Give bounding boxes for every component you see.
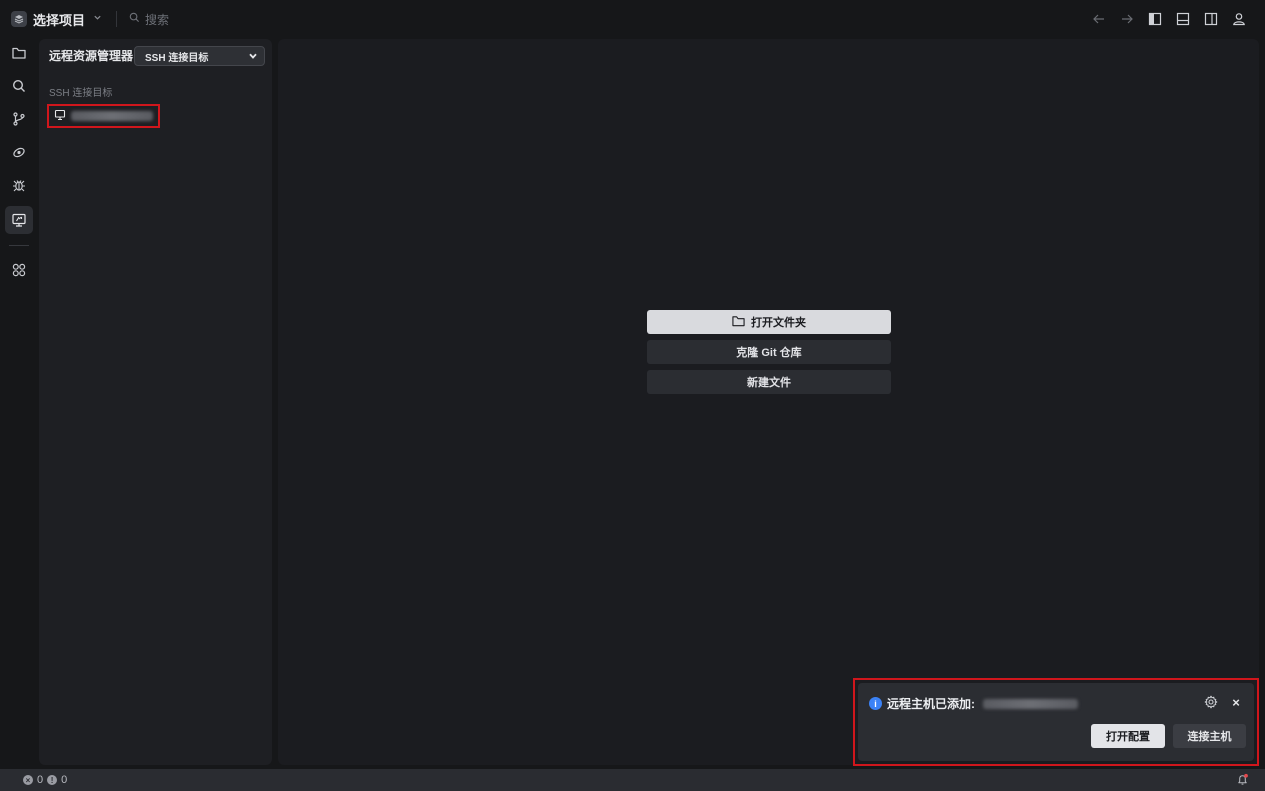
toggle-secondary-sidebar-icon[interactable] [1203,10,1219,28]
toggle-primary-sidebar-icon[interactable] [1147,10,1163,28]
nav-forward-icon[interactable] [1119,10,1135,28]
nav-back-icon[interactable] [1091,10,1107,28]
clone-repo-button[interactable]: 克隆 Git 仓库 [647,340,891,364]
chevron-down-icon [249,53,257,59]
search-icon[interactable] [5,72,33,100]
activity-bar-divider [9,245,29,246]
titlebar-actions [1091,10,1247,28]
notification-text: 远程主机已添加: [887,697,975,711]
debug-icon[interactable] [5,171,33,199]
titlebar-divider [116,11,118,27]
connect-host-button[interactable]: 连接主机 [1173,724,1246,748]
remote-explorer-icon[interactable] [5,206,33,234]
search-icon [129,12,140,26]
chevron-down-icon [93,13,102,25]
notification-bell-icon[interactable] [1236,773,1249,789]
monitor-icon [54,109,66,124]
search-placeholder: 搜索 [145,12,170,27]
new-file-label: 新建文件 [747,377,791,389]
extensions-icon[interactable] [5,256,33,284]
notification-message: i 远程主机已添加: [869,695,1078,712]
redacted-host-name [983,698,1078,709]
error-icon: × [23,775,33,785]
open-folder-button[interactable]: 打开文件夹 [647,310,891,334]
error-count: 0 [37,774,44,786]
open-folder-label: 打开文件夹 [751,317,806,329]
redacted-host-name [71,111,153,121]
source-control-icon[interactable] [5,105,33,133]
folder-icon [732,315,745,330]
warning-icon: ! [47,775,58,785]
ssh-target-select-value: SSH 连接目标 [145,52,209,64]
clone-repo-label: 克隆 Git 仓库 [736,347,802,359]
close-icon[interactable]: × [1228,694,1244,710]
account-icon[interactable] [1231,10,1247,28]
open-config-button[interactable]: 打开配置 [1091,724,1165,748]
section-label: SSH 连接目标 [49,88,113,99]
project-selector[interactable]: 选择项目 [11,10,102,29]
remote-explorer-sidebar: 远程资源管理器 SSH 连接目标 SSH 连接目标 [39,39,272,765]
activity-bar [0,38,38,769]
ssh-host-item[interactable] [47,104,160,128]
new-file-button[interactable]: 新建文件 [647,370,891,394]
sidebar-header: 远程资源管理器 [49,47,133,64]
toggle-panel-icon[interactable] [1175,10,1191,28]
status-bar: × 0 ! 0 [0,769,1265,791]
ssh-target-select[interactable]: SSH 连接目标 [134,46,265,66]
problems-indicator[interactable]: × 0 ! 0 [23,774,67,786]
project-logo-icon [11,11,27,27]
search-box[interactable]: 搜索 [129,11,169,28]
run-icon[interactable] [5,138,33,166]
warning-count: 0 [61,774,68,786]
project-title: 选择项目 [33,12,86,28]
sidebar-title: 远程资源管理器 [49,49,134,63]
editor-area: 打开文件夹 克隆 Git 仓库 新建文件 [278,39,1259,765]
notification-toast: i 远程主机已添加: × 打开配置 连接主机 [858,683,1254,761]
explorer-icon[interactable] [5,39,33,67]
info-icon: i [869,697,882,710]
title-bar: 选择项目 搜索 [0,0,1265,38]
gear-icon[interactable] [1203,694,1219,710]
